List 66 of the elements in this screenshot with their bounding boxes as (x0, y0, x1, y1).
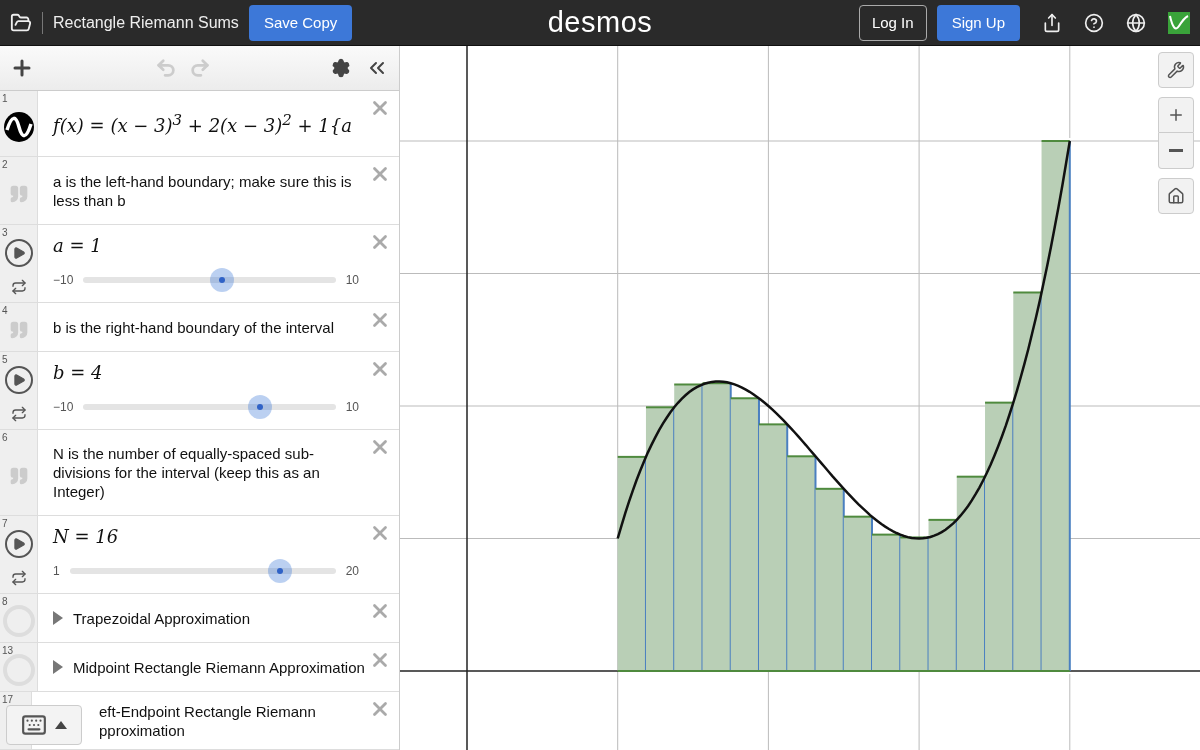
line-number: 17 (2, 694, 14, 706)
repeat-icon[interactable] (10, 405, 27, 422)
folder-title[interactable]: eft-Endpoint Rectangle Riemann pproximation (99, 701, 359, 740)
play-button-icon[interactable] (4, 365, 33, 394)
slider-thumb[interactable] (267, 559, 292, 584)
slider-min: 1 (53, 564, 60, 579)
line-number: 1 (2, 93, 8, 105)
help-icon[interactable] (1084, 12, 1104, 33)
login-button[interactable]: Log In (858, 4, 927, 41)
caret-icon (55, 721, 67, 729)
play-button-icon[interactable] (4, 529, 33, 558)
keyboard-button[interactable] (6, 705, 82, 745)
folder-title[interactable]: Midpoint Rectangle Riemann Approximation (73, 657, 365, 677)
zoom-in-button[interactable] (1158, 97, 1194, 133)
home-icon (1167, 187, 1185, 205)
quote-icon (8, 183, 29, 204)
slider-min: −10 (53, 273, 74, 288)
play-button-icon[interactable] (4, 238, 33, 267)
logo: desmos (547, 6, 653, 39)
repeat-icon[interactable] (10, 278, 27, 295)
quote-icon (8, 320, 29, 341)
slider-max: 10 (345, 273, 359, 288)
slider-max: 20 (345, 564, 359, 579)
slider-thumb[interactable] (247, 395, 272, 420)
slider-expression[interactable]: N = 16 (53, 526, 359, 548)
slider-min: −10 (53, 400, 74, 415)
slider-track[interactable] (83, 268, 336, 293)
keyboard-icon (21, 712, 47, 738)
folder-icon[interactable] (10, 11, 32, 34)
expand-triangle-icon[interactable] (53, 660, 63, 675)
line-number: 4 (2, 305, 8, 317)
folder-title[interactable]: Trapezoidal Approximation (73, 608, 251, 628)
repeat-icon[interactable] (10, 569, 27, 586)
line-number: 8 (2, 596, 8, 608)
wave-logo-icon[interactable] (3, 111, 34, 142)
zoom-out-button[interactable] (1158, 133, 1194, 169)
signup-button[interactable]: Sign Up (936, 4, 1020, 41)
note-text[interactable]: b is the right-hand boundary of the interval (53, 317, 359, 337)
line-number: 13 (2, 645, 14, 657)
expand-triangle-icon[interactable] (53, 611, 63, 626)
minus-icon (1169, 149, 1183, 152)
slider-expression[interactable]: a = 1 (53, 235, 359, 257)
wrench-icon (1167, 61, 1185, 79)
home-button[interactable] (1158, 178, 1194, 214)
note-text[interactable]: a is the left-hand boundary; make sure this is less than b (53, 171, 359, 210)
line-number: 5 (2, 354, 8, 366)
graph-thumbnail-icon[interactable] (1168, 11, 1190, 34)
save-copy-button[interactable]: Save Copy (248, 4, 353, 41)
globe-icon[interactable] (1126, 12, 1146, 33)
line-number: 7 (2, 518, 8, 530)
slider-track[interactable] (83, 395, 336, 420)
slider-expression[interactable]: b = 4 (53, 362, 359, 384)
share-icon[interactable] (1042, 12, 1062, 33)
slider-track[interactable] (69, 559, 336, 584)
slider-max: 10 (345, 400, 359, 415)
graph-title: Rectangle Riemann Sums (53, 13, 239, 32)
slider-thumb[interactable] (210, 268, 235, 293)
note-text[interactable]: N is the number of equally-spaced sub-divisions for the interval (keep this as an Integer) (53, 444, 359, 502)
line-number: 3 (2, 227, 8, 239)
function-expression[interactable]: f(x) = (x − 3)$^{3}$ + 2(x − 3)$^{2}$ + 1{a (53, 111, 359, 137)
line-number: 2 (2, 159, 8, 171)
settings-wrench-button[interactable] (1158, 52, 1194, 88)
plus-icon (1167, 106, 1185, 124)
quote-icon (8, 465, 29, 486)
settings-icon[interactable] (331, 58, 351, 79)
line-number: 6 (2, 432, 8, 444)
